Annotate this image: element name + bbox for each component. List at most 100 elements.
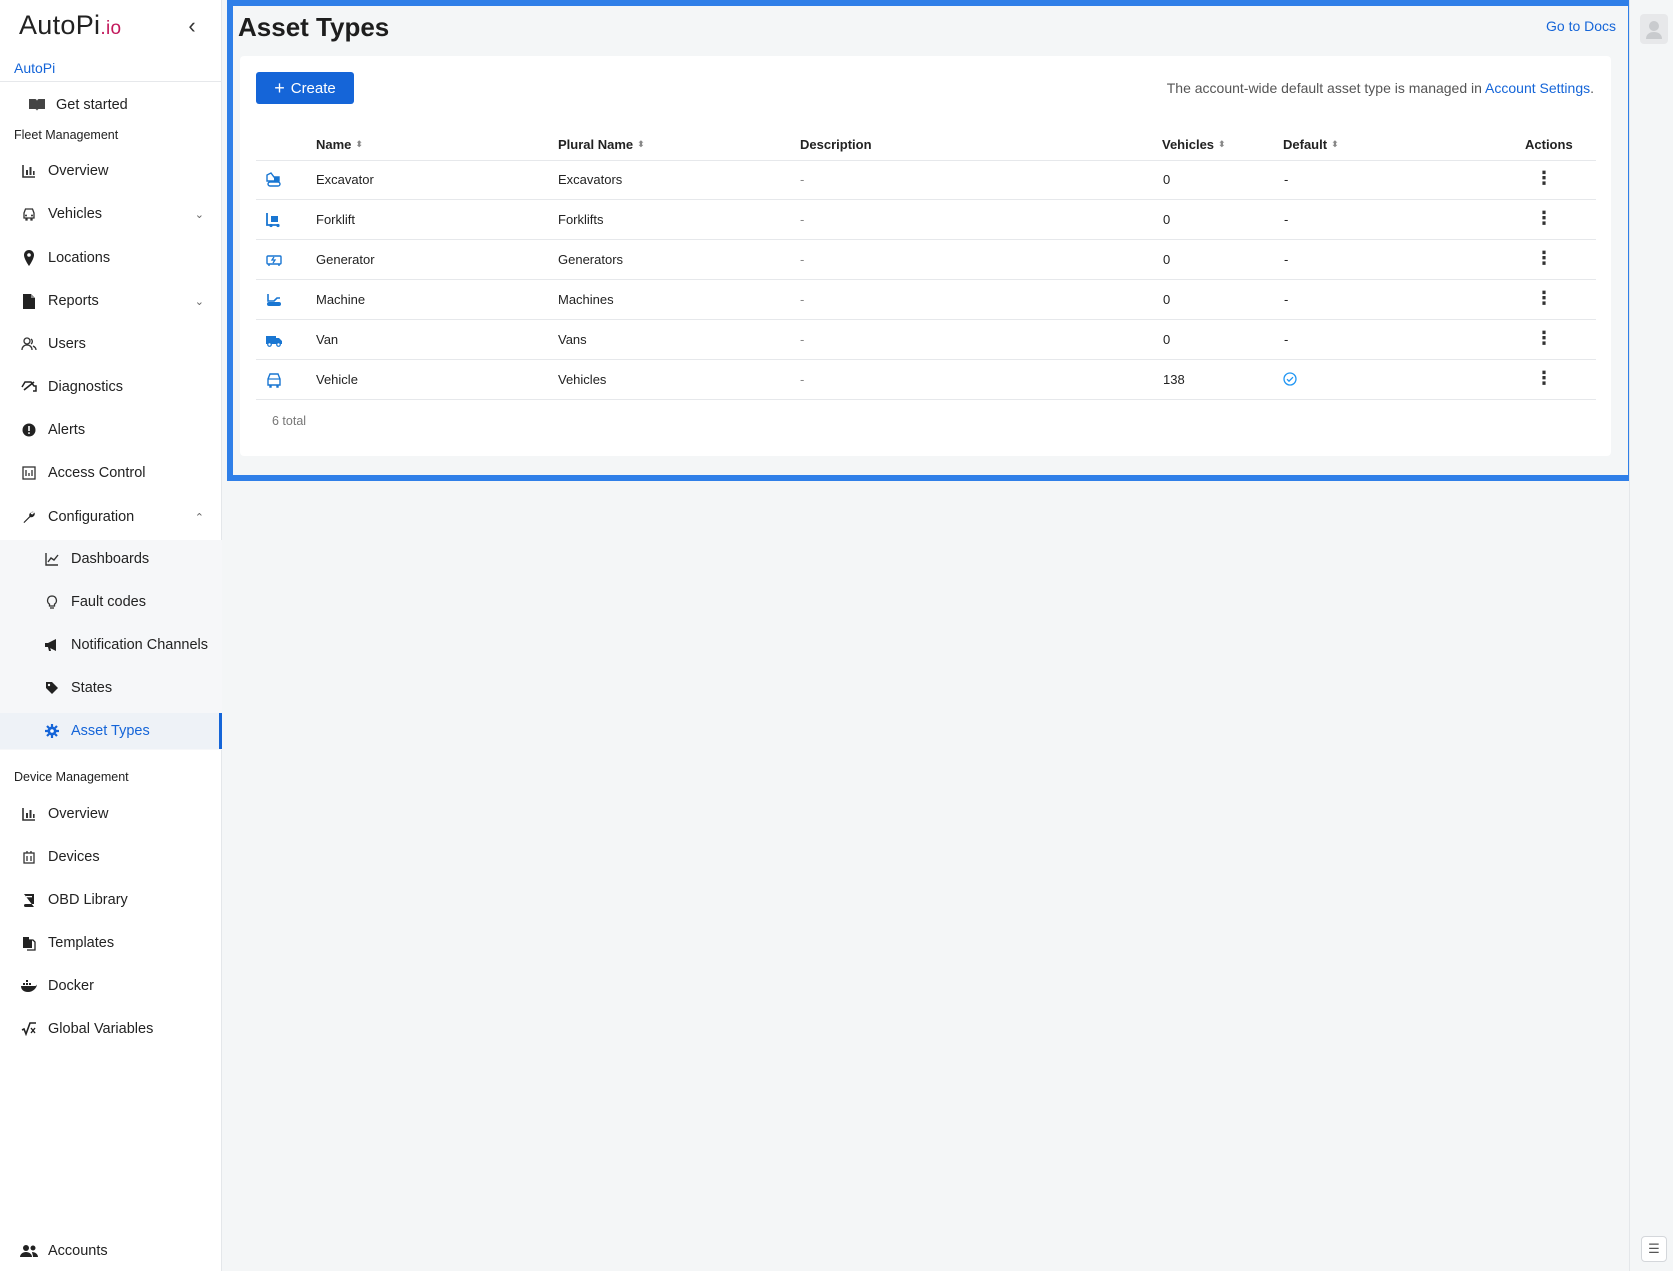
row-actions-kebab-icon[interactable]: ⋮ [1535, 248, 1553, 268]
column-header-label: Vehicles [1162, 137, 1215, 152]
create-button[interactable]: + Create [256, 72, 354, 104]
sidebar-item-label: OBD Library [48, 892, 128, 908]
sort-icon: ⬍ [355, 139, 363, 149]
sidebar-item-configuration[interactable]: Configuration ⌃ [0, 499, 222, 535]
default-check-icon [1283, 372, 1297, 389]
sidebar-item-accounts[interactable]: Accounts [0, 1233, 222, 1269]
notice-text: The account-wide default asset type is m… [1166, 80, 1486, 96]
cell-vehicles: 0 [1163, 252, 1171, 267]
cell-vehicles: 0 [1163, 292, 1171, 307]
column-header-label: Name [316, 137, 352, 152]
wrench-icon [20, 508, 38, 526]
cell-plural: Machines [558, 292, 614, 307]
brand-logo[interactable]: AutoPi.io [19, 10, 121, 41]
chevron-down-icon: ⌄ [194, 295, 204, 308]
column-header-vehicles[interactable]: Vehicles ⬍ [1162, 137, 1226, 152]
column-header-label: Actions [1525, 137, 1573, 152]
fleet-management-heading: Fleet Management [14, 128, 119, 142]
sidebar-item-label: Overview [48, 163, 109, 179]
sidebar-item-label: Configuration [48, 509, 135, 525]
row-actions-kebab-icon[interactable]: ⋮ [1535, 328, 1553, 348]
checklist-icon[interactable]: ☰ [1641, 1236, 1667, 1262]
sidebar-item-label: Access Control [48, 465, 146, 481]
forklift-icon [265, 212, 283, 228]
sidebar-item-label: Users [48, 336, 86, 352]
cell-default: - [1284, 252, 1289, 267]
total-count: 6 total [272, 414, 307, 428]
users-icon [20, 335, 38, 353]
sidebar-item-access-control[interactable]: Access Control [0, 455, 222, 491]
cell-plural: Excavators [558, 172, 623, 187]
collapse-sidebar-button[interactable]: ‹ [183, 15, 201, 37]
sidebar-item-states[interactable]: States [0, 670, 222, 706]
sidebar-item-device-overview[interactable]: Overview [0, 796, 222, 832]
sidebar-item-locations[interactable]: Locations [0, 240, 222, 276]
sort-icon: ⬍ [1218, 139, 1226, 149]
sidebar-item-dashboards[interactable]: Dashboards [0, 541, 222, 577]
excavator-icon [265, 172, 283, 188]
cell-name: Forklift [316, 212, 355, 227]
sidebar-item-reports[interactable]: Reports ⌄ [0, 283, 222, 319]
sidebar-item-label: Alerts [48, 422, 86, 438]
cell-plural: Vans [558, 332, 587, 347]
cell-name: Machine [316, 292, 366, 307]
sidebar-item-diagnostics[interactable]: Diagnostics [0, 369, 222, 405]
cell-default: - [1284, 172, 1289, 187]
cell-description: - [800, 332, 805, 347]
account-name-link[interactable]: AutoPi [14, 60, 55, 76]
lightbulb-icon [43, 593, 61, 611]
sidebar-item-label: Docker [48, 978, 94, 994]
sidebar-item-label: Get started [56, 97, 128, 113]
machine-icon [265, 292, 283, 308]
sidebar-item-users[interactable]: Users [0, 326, 222, 362]
gear-icon [43, 722, 61, 740]
cell-plural: Vehicles [558, 372, 607, 387]
cell-description: - [800, 252, 805, 267]
sidebar-item-notification-channels[interactable]: Notification Channels [0, 627, 222, 663]
cell-name: Vehicle [316, 372, 358, 387]
sidebar-item-label: Locations [48, 250, 111, 266]
cell-name: Generator [316, 252, 375, 267]
cell-vehicles: 138 [1163, 372, 1185, 387]
notice-suffix: . [1590, 80, 1594, 96]
book-icon [20, 891, 38, 909]
avatar[interactable] [1640, 14, 1668, 44]
cell-name: Van [316, 332, 339, 347]
cell-default: - [1284, 212, 1289, 227]
divider [0, 81, 222, 82]
docker-icon [20, 977, 38, 995]
chevron-up-icon: ⌃ [194, 511, 204, 524]
row-divider [256, 399, 1596, 400]
row-actions-kebab-icon[interactable]: ⋮ [1535, 368, 1553, 388]
bar-chart-icon [20, 162, 38, 180]
go-to-docs-link[interactable]: Go to Docs [1546, 18, 1616, 34]
create-button-label: Create [290, 79, 336, 97]
row-divider [256, 239, 1596, 240]
sidebar: AutoPi.io ‹ AutoPi Get started Fleet Man… [0, 0, 222, 1271]
sidebar-item-overview[interactable]: Overview [0, 153, 222, 189]
sidebar-item-get-started[interactable]: Get started [0, 87, 222, 123]
row-actions-kebab-icon[interactable]: ⋮ [1535, 208, 1553, 228]
sidebar-item-templates[interactable]: Templates [0, 925, 222, 961]
sidebar-item-alerts[interactable]: Alerts [0, 412, 222, 448]
account-settings-link[interactable]: Account Settings [1485, 80, 1590, 96]
column-header-plural-name[interactable]: Plural Name ⬍ [558, 137, 645, 152]
sidebar-item-label: Overview [48, 806, 109, 822]
sidebar-item-label: Fault codes [71, 594, 146, 610]
default-asset-notice: The account-wide default asset type is m… [1167, 80, 1594, 96]
column-header-name[interactable]: Name ⬍ [316, 137, 363, 152]
row-actions-kebab-icon[interactable]: ⋮ [1535, 168, 1553, 188]
sidebar-item-fault-codes[interactable]: Fault codes [0, 584, 222, 620]
sidebar-item-vehicles[interactable]: Vehicles ⌄ [0, 196, 222, 232]
column-header-default[interactable]: Default ⬍ [1283, 137, 1339, 152]
document-icon [20, 292, 38, 310]
sidebar-item-asset-types[interactable]: Asset Types [0, 713, 222, 749]
sidebar-item-label: Global Variables [48, 1021, 154, 1037]
sidebar-item-docker[interactable]: Docker [0, 968, 222, 1004]
sidebar-item-devices[interactable]: Devices [0, 839, 222, 875]
devices-icon [20, 848, 38, 866]
sidebar-item-global-variables[interactable]: Global Variables [0, 1011, 222, 1047]
row-actions-kebab-icon[interactable]: ⋮ [1535, 288, 1553, 308]
column-header-label: Description [800, 137, 872, 152]
sidebar-item-obd-library[interactable]: OBD Library [0, 882, 222, 918]
